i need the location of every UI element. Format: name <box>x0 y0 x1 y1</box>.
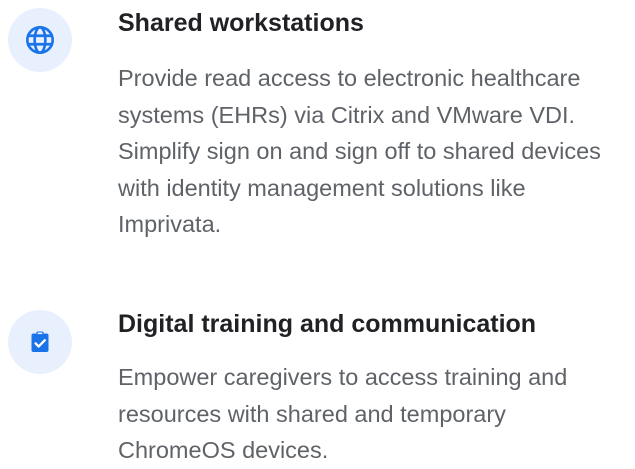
feature-description: Provide read access to electronic health… <box>118 65 601 237</box>
clipboard-check-icon <box>31 331 49 352</box>
globe-icon <box>26 26 54 54</box>
feature-description: Empower caregivers to access training an… <box>118 364 568 463</box>
feature-title: Shared workstations <box>118 9 364 37</box>
clipboard-check-icon-badge <box>8 310 72 374</box>
globe-icon-badge <box>8 8 72 72</box>
feature-title: Digital training and communication <box>118 310 537 338</box>
